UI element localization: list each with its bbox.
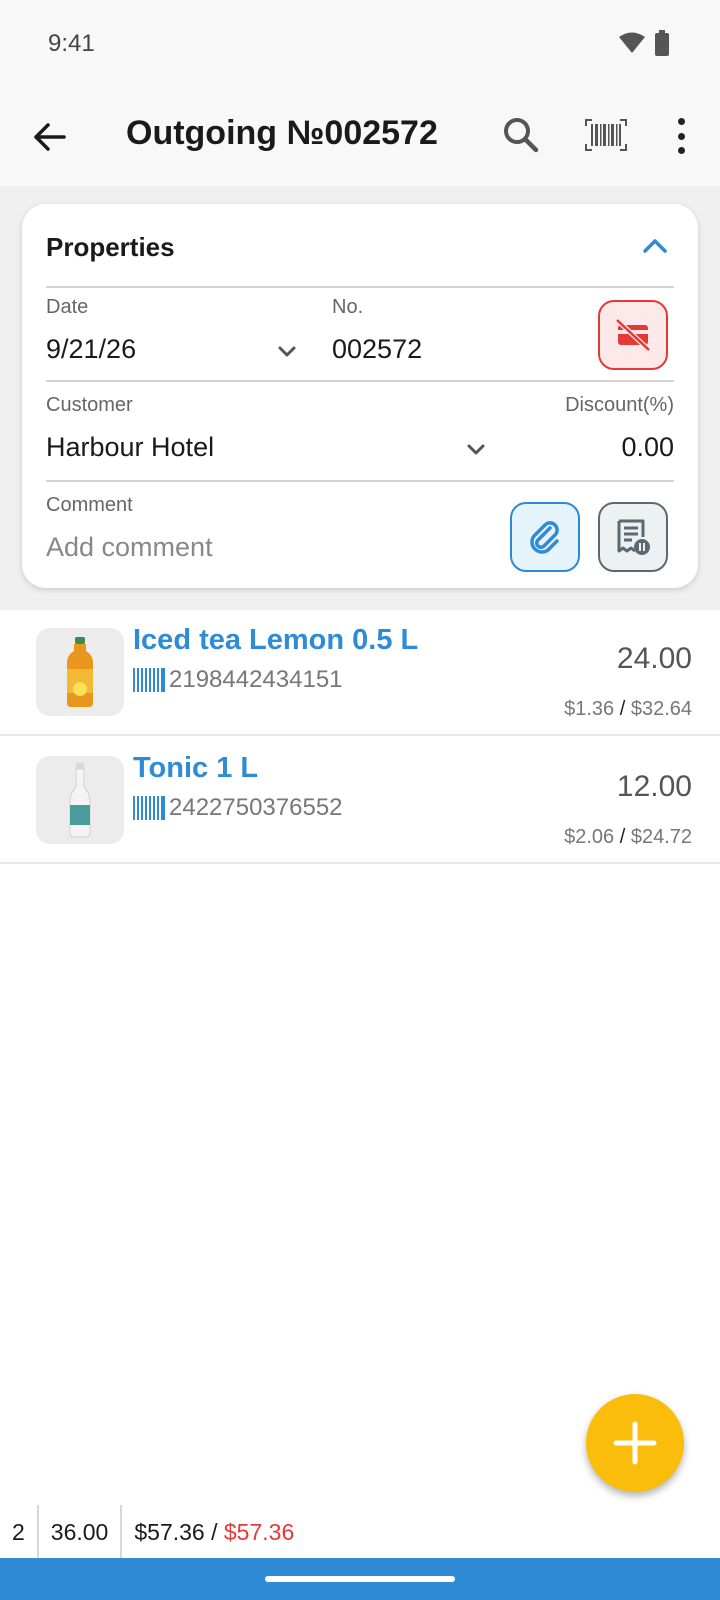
add-item-button[interactable] bbox=[586, 1394, 684, 1492]
status-time: 9:41 bbox=[48, 30, 95, 57]
paid-amount: $57.36 bbox=[223, 1518, 295, 1545]
attach-button[interactable] bbox=[510, 502, 580, 572]
barcode-icon bbox=[133, 668, 165, 692]
item-barcode: 2422750376552 bbox=[133, 794, 343, 822]
sum-total: $57.36 / $57.36 bbox=[122, 1505, 306, 1559]
status-icons bbox=[618, 30, 670, 56]
search-icon bbox=[504, 118, 539, 153]
unit-price: $2.06 bbox=[564, 826, 615, 848]
properties-card: Properties Date 9/21/26 No. 002572 Custo… bbox=[22, 204, 698, 588]
app-bar: Outgoing №002572 bbox=[0, 88, 720, 186]
item-price: $2.06 / $24.72 bbox=[564, 826, 692, 849]
navigation-bar bbox=[0, 1558, 720, 1600]
search-button[interactable] bbox=[500, 114, 544, 158]
number-field[interactable]: 002572 bbox=[332, 334, 422, 365]
date-field[interactable]: 9/21/26 bbox=[46, 334, 136, 365]
date-label: Date bbox=[46, 296, 89, 318]
list-item[interactable]: Iced tea Lemon 0.5 L 2198442434151 24.00… bbox=[0, 610, 720, 736]
customer-label: Customer bbox=[46, 394, 133, 416]
receipt-pause-icon bbox=[617, 519, 650, 555]
no-payment-icon bbox=[615, 318, 651, 352]
sum-amount: $57.36 bbox=[134, 1518, 205, 1545]
product-thumbnail bbox=[36, 628, 124, 716]
home-handle[interactable] bbox=[265, 1576, 455, 1582]
barcode-icon bbox=[133, 796, 165, 820]
barcode-number: 2198442434151 bbox=[169, 666, 343, 693]
barcode-scan-icon bbox=[585, 119, 627, 151]
item-barcode: 2198442434151 bbox=[133, 666, 343, 694]
line-total: $24.72 bbox=[630, 826, 692, 848]
battery-icon bbox=[655, 30, 669, 56]
divider bbox=[46, 480, 674, 482]
totals-footer: 2 36.00 $57.36 / $57.36 bbox=[0, 1505, 720, 1559]
sum-separator: / bbox=[211, 1518, 218, 1545]
comment-label: Comment bbox=[46, 494, 133, 516]
barcode-scan-button[interactable] bbox=[584, 118, 628, 152]
product-thumbnail bbox=[36, 756, 124, 844]
back-arrow-icon bbox=[34, 123, 66, 151]
iced-tea-bottle-icon bbox=[67, 637, 93, 707]
number-label: No. bbox=[332, 296, 364, 318]
tonic-bottle-icon bbox=[69, 763, 91, 838]
discount-field[interactable]: 0.00 bbox=[621, 432, 674, 463]
more-options-button[interactable] bbox=[668, 116, 694, 156]
discount-label: Discount(%) bbox=[565, 394, 674, 416]
divider bbox=[46, 380, 674, 382]
page-title: Outgoing №002572 bbox=[126, 114, 438, 152]
comment-input[interactable]: Add comment bbox=[46, 532, 213, 563]
barcode-number: 2422750376552 bbox=[169, 794, 343, 821]
price-separator: / bbox=[619, 826, 626, 848]
status-bar: 9:41 bbox=[0, 0, 720, 88]
quantity-total: 36.00 bbox=[39, 1505, 123, 1559]
unpaid-toggle-button[interactable] bbox=[598, 300, 668, 370]
item-quantity: 24.00 bbox=[616, 642, 692, 675]
item-name: Tonic 1 L bbox=[133, 752, 259, 784]
chevron-down-icon[interactable] bbox=[465, 442, 487, 458]
divider bbox=[46, 286, 674, 288]
back-button[interactable] bbox=[28, 116, 70, 158]
wifi-icon bbox=[619, 32, 645, 53]
paperclip-icon bbox=[530, 521, 559, 554]
fiscal-receipt-button[interactable] bbox=[598, 502, 668, 572]
plus-icon bbox=[613, 1421, 657, 1465]
item-count: 2 bbox=[0, 1505, 39, 1559]
price-separator: / bbox=[619, 698, 626, 720]
customer-field[interactable]: Harbour Hotel bbox=[46, 432, 214, 463]
line-total: $32.64 bbox=[630, 698, 692, 720]
collapse-button[interactable] bbox=[640, 234, 670, 258]
item-price: $1.36 / $32.64 bbox=[564, 698, 692, 721]
chevron-down-icon[interactable] bbox=[276, 344, 298, 360]
properties-title: Properties bbox=[46, 232, 175, 262]
unit-price: $1.36 bbox=[564, 698, 615, 720]
more-vert-icon bbox=[677, 118, 685, 125]
item-quantity: 12.00 bbox=[616, 770, 692, 803]
list-item[interactable]: Tonic 1 L 2422750376552 12.00 $2.06 / $2… bbox=[0, 738, 720, 864]
chevron-up-icon bbox=[643, 239, 667, 253]
item-name: Iced tea Lemon 0.5 L bbox=[133, 624, 419, 656]
